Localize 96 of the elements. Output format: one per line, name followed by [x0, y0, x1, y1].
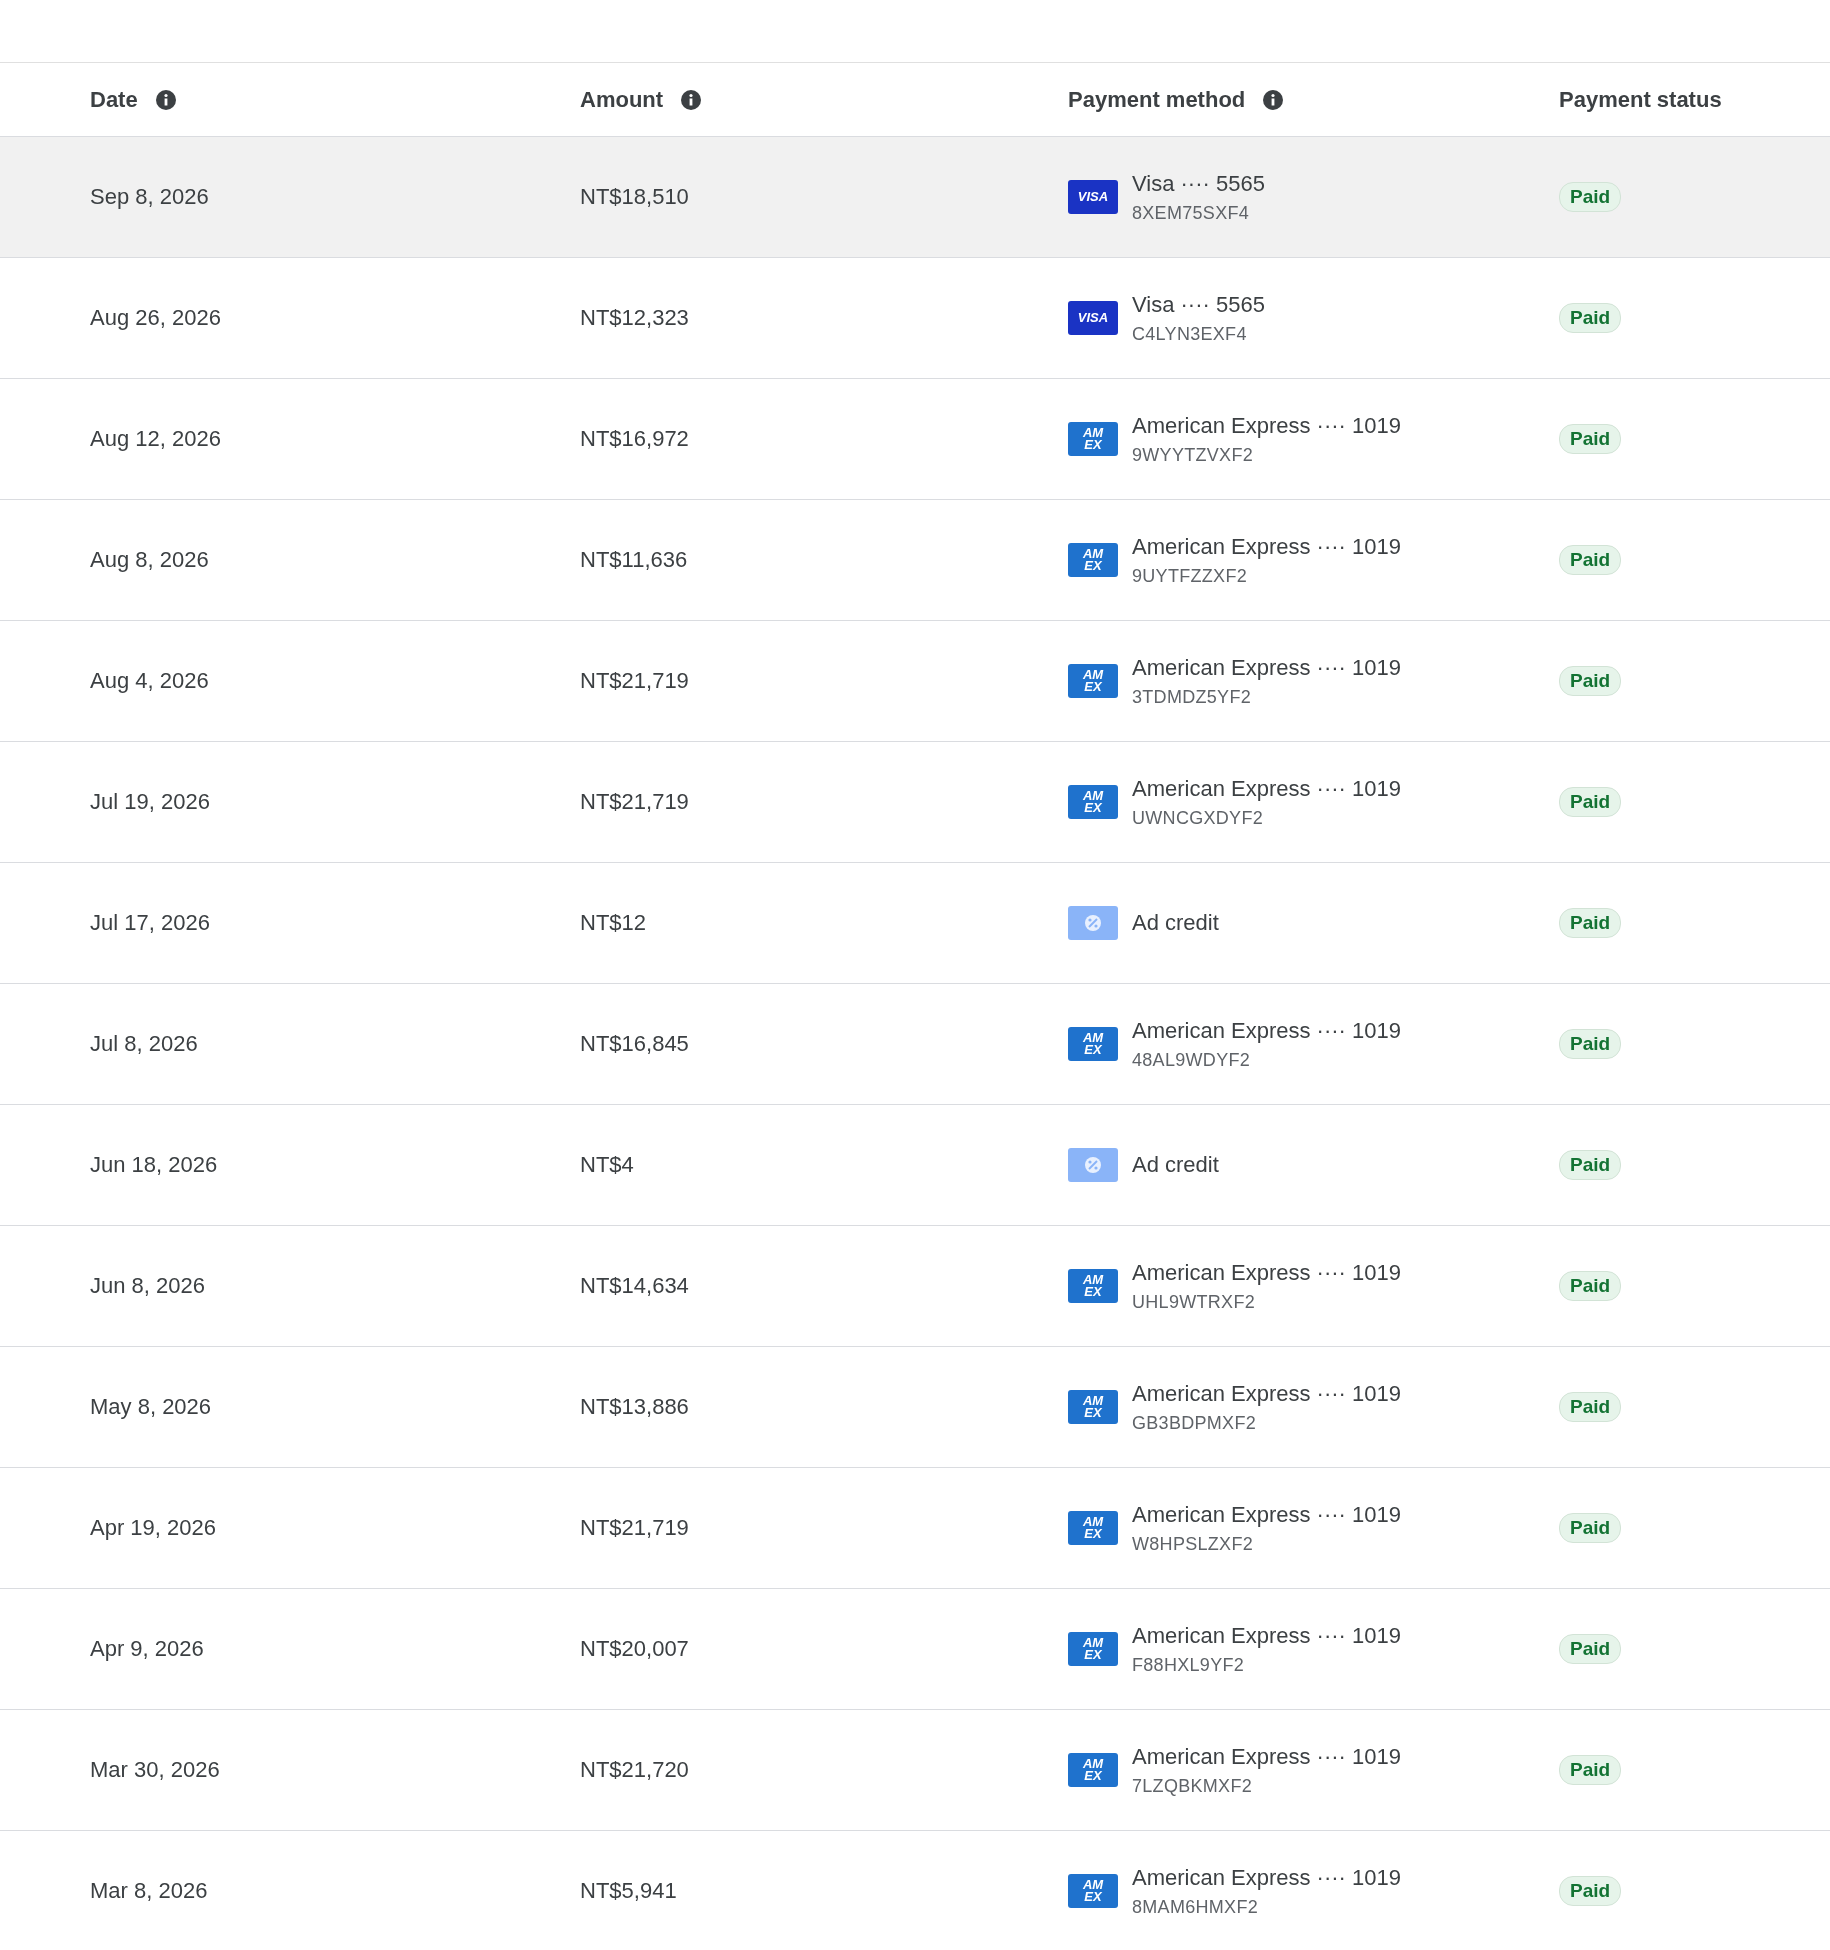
amount-cell-text: NT$11,636: [580, 547, 689, 573]
column-header[interactable]: Payment method: [1068, 86, 1246, 113]
reference-number: 7LZQBKMXF2: [1132, 1775, 1254, 1797]
column-header[interactable]: Date: [90, 86, 138, 113]
card-logo-icon: AM EX: [1068, 1269, 1118, 1303]
date-cell-text: Mar 8, 2026: [90, 1878, 209, 1904]
status-badge: Paid: [1559, 1876, 1622, 1906]
date-cell-text: Jul 19, 2026: [90, 789, 211, 815]
amount-cell-text: NT$5,941: [580, 1878, 678, 1904]
reference-number: 8MAM6HMXF2: [1132, 1896, 1260, 1918]
status-badge: Paid: [1559, 1513, 1622, 1543]
payment-method-name: American Express ···· 1019: [1132, 1501, 1401, 1528]
status-badge: Paid: [1559, 1029, 1622, 1059]
date-cell-text: Aug 26, 2026: [90, 305, 222, 331]
status-badge: Paid: [1559, 787, 1622, 817]
card-logo-icon: AM EX: [1068, 1874, 1118, 1908]
status-badge: Paid: [1559, 1755, 1622, 1785]
amount-cell-text: NT$13,886: [580, 1394, 690, 1420]
status-badge: Paid: [1559, 908, 1622, 938]
reference-number: C4LYN3EXF4: [1132, 323, 1248, 345]
status-badge: Paid: [1559, 1271, 1622, 1301]
payment-method-name: American Express ···· 1019: [1132, 775, 1401, 802]
reference-number: 8XEM75SXF4: [1132, 202, 1251, 224]
status-badge: Paid: [1559, 424, 1622, 454]
date-cell-text: Aug 8, 2026: [90, 547, 210, 573]
reference-number: 9UYTFZZXF2: [1132, 565, 1248, 587]
amount-cell-text: NT$21,719: [580, 789, 690, 815]
reference-number: 48AL9WDYF2: [1132, 1049, 1252, 1071]
reference-number: F88HXL9YF2: [1132, 1654, 1246, 1676]
payment-method-name: American Express ···· 1019: [1132, 1259, 1401, 1286]
info-icon[interactable]: [155, 89, 176, 110]
payment-method-name: Ad credit: [1132, 910, 1219, 936]
payment-method-name: American Express ···· 1019: [1132, 1017, 1401, 1044]
reference-number: GB3BDPMXF2: [1132, 1412, 1258, 1434]
card-logo-icon: VISA: [1068, 180, 1118, 214]
date-cell-text: Jul 17, 2026: [90, 910, 211, 936]
reference-number: UWNCGXDYF2: [1132, 807, 1264, 829]
payment-method-name: American Express ···· 1019: [1132, 654, 1401, 681]
date-cell-text: Mar 30, 2026: [90, 1757, 221, 1783]
info-icon[interactable]: [1263, 89, 1284, 110]
reference-number: 3TDMDZ5YF2: [1132, 686, 1252, 708]
amount-cell-text: NT$20,007: [580, 1636, 690, 1662]
status-badge: Paid: [1559, 1634, 1622, 1664]
payment-method-name: American Express ···· 1019: [1132, 412, 1401, 439]
amount-cell-text: NT$21,720: [580, 1757, 690, 1783]
card-logo-icon: AM EX: [1068, 422, 1118, 456]
amount-cell-text: NT$14,634: [580, 1273, 690, 1299]
card-logo-icon: AM EX: [1068, 1632, 1118, 1666]
coupon-icon: [1068, 906, 1118, 940]
info-icon[interactable]: [681, 89, 702, 110]
date-cell-text: Jul 8, 2026: [90, 1031, 199, 1057]
status-badge: Paid: [1559, 303, 1622, 333]
card-logo-icon: AM EX: [1068, 1390, 1118, 1424]
payment-method-name: American Express ···· 1019: [1132, 1864, 1401, 1891]
date-cell-text: Sep 8, 2026: [90, 184, 210, 210]
reference-number: 9WYYTZVXF2: [1132, 444, 1255, 466]
date-cell-text: Aug 12, 2026: [90, 426, 222, 452]
amount-cell-text: NT$18,510: [580, 184, 690, 210]
amount-cell-text: NT$16,972: [580, 426, 690, 452]
date-cell-text: Apr 19, 2026: [90, 1515, 217, 1541]
payment-method-name: American Express ···· 1019: [1132, 1380, 1401, 1407]
status-badge: Paid: [1559, 182, 1622, 212]
amount-cell-text: NT$21,719: [580, 668, 690, 694]
amount-cell-text: NT$4: [580, 1152, 635, 1178]
column-header[interactable]: Payment status: [1559, 86, 1722, 113]
card-logo-icon: AM EX: [1068, 1511, 1118, 1545]
reference-number: W8HPSLZXF2: [1132, 1533, 1255, 1555]
amount-cell-text: NT$21,719: [580, 1515, 690, 1541]
payment-method-name: American Express ···· 1019: [1132, 533, 1401, 560]
coupon-icon: [1068, 1148, 1118, 1182]
column-header[interactable]: Amount: [580, 86, 664, 113]
payment-method-name: American Express ···· 1019: [1132, 1622, 1401, 1649]
status-badge: Paid: [1559, 1392, 1622, 1422]
payment-method-name: Ad credit: [1132, 1152, 1219, 1178]
table-row[interactable]: Sep 8, 2026 NT$18,510 VISA Visa ···· 5565 8XEM75SXF4 Paid: [0, 136, 1830, 257]
card-logo-icon: AM EX: [1068, 1753, 1118, 1787]
amount-cell-text: NT$16,845: [580, 1031, 690, 1057]
amount-cell-text: NT$12: [580, 910, 648, 936]
card-logo-icon: AM EX: [1068, 664, 1118, 698]
reference-number: UHL9WTRXF2: [1132, 1291, 1256, 1313]
date-cell-text: Apr 9, 2026: [90, 1636, 205, 1662]
card-logo-icon: AM EX: [1068, 1027, 1118, 1061]
status-badge: Paid: [1559, 545, 1622, 575]
payment-method-name: Visa ···· 5565: [1132, 170, 1265, 197]
date-cell-text: Jun 18, 2026: [90, 1152, 219, 1178]
payment-method-name: Visa ···· 5565: [1132, 291, 1265, 318]
card-logo-icon: VISA: [1068, 301, 1118, 335]
card-logo-icon: AM EX: [1068, 785, 1118, 819]
payment-method-name: American Express ···· 1019: [1132, 1743, 1401, 1770]
date-cell-text: Aug 4, 2026: [90, 668, 210, 694]
date-cell-text: May 8, 2026: [90, 1394, 213, 1420]
status-badge: Paid: [1559, 666, 1622, 696]
amount-cell-text: NT$12,323: [580, 305, 690, 331]
card-logo-icon: AM EX: [1068, 543, 1118, 577]
status-badge: Paid: [1559, 1150, 1622, 1180]
date-cell-text: Jun 8, 2026: [90, 1273, 206, 1299]
